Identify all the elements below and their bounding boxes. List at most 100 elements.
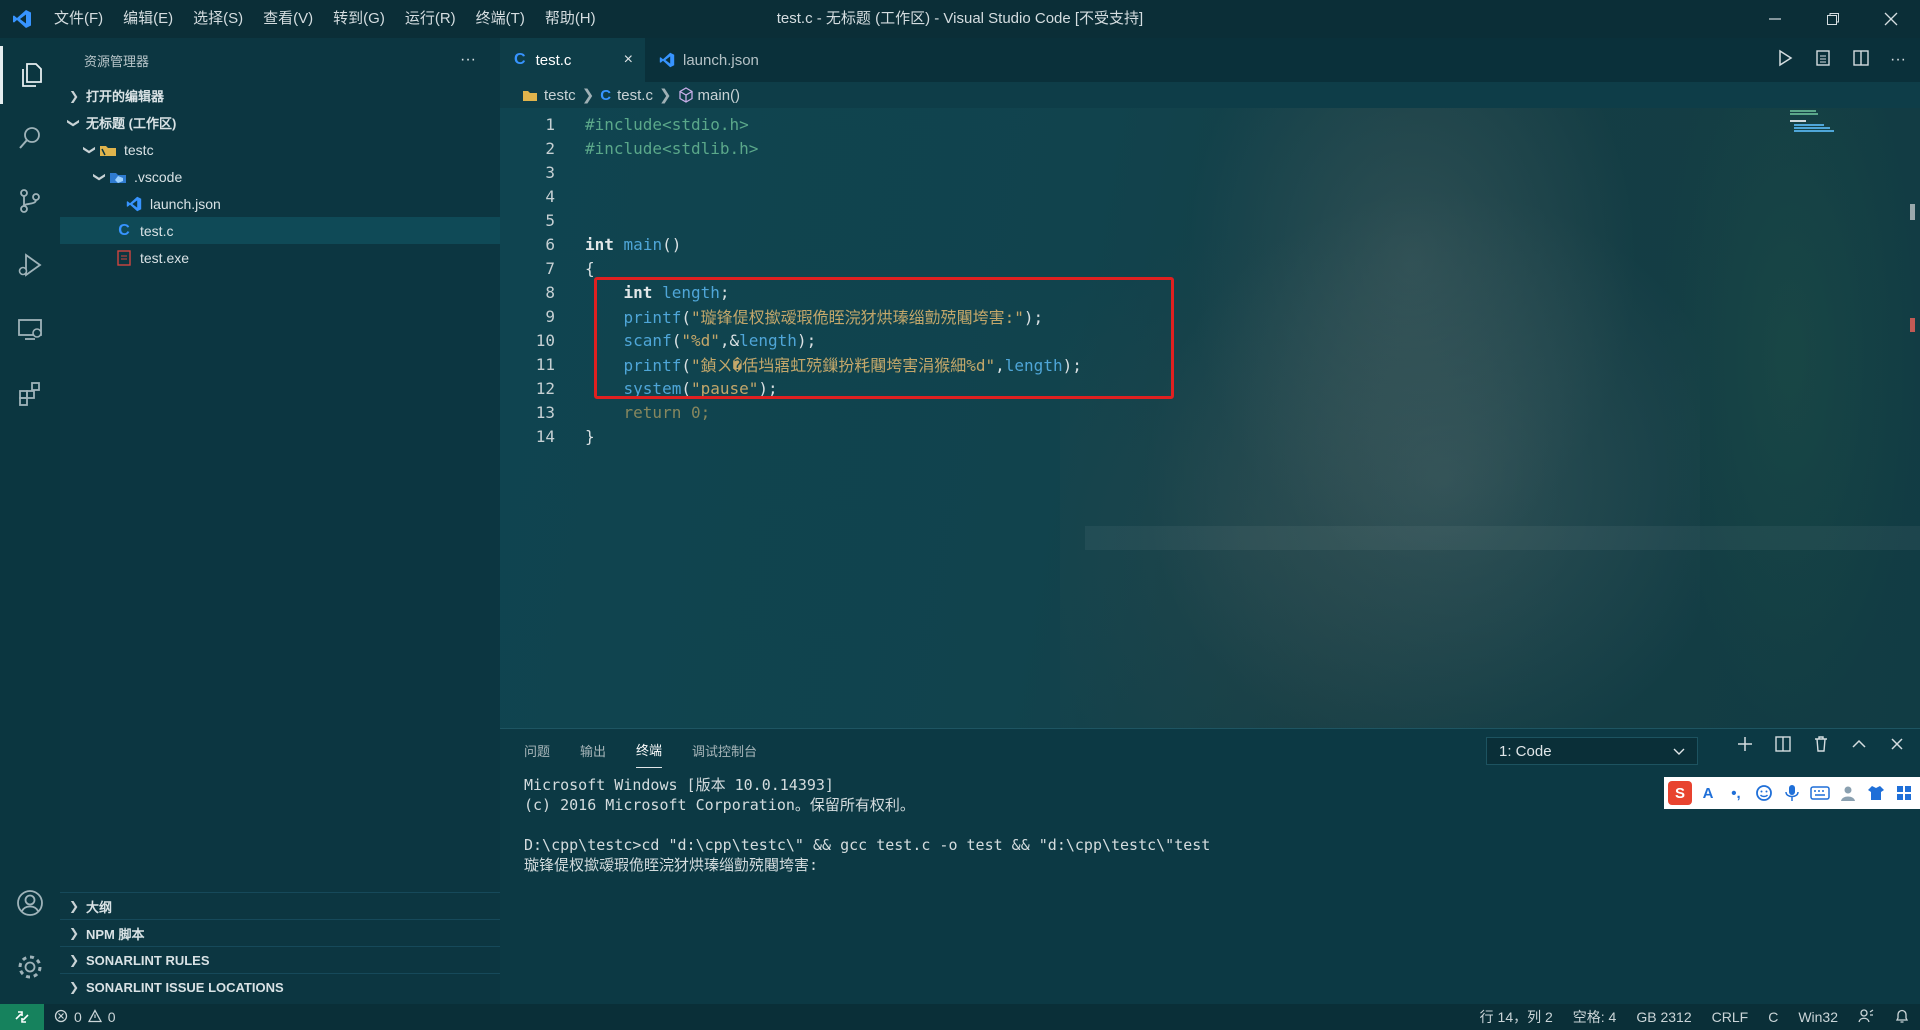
- close-window-button[interactable]: [1862, 0, 1920, 38]
- tab-launch-json[interactable]: launch.json: [645, 38, 773, 82]
- ime-user-icon[interactable]: [1836, 781, 1860, 805]
- tree-file-launch-json[interactable]: launch.json: [60, 190, 500, 217]
- ime-keyboard-icon[interactable]: [1808, 781, 1832, 805]
- tree-folder-vscode[interactable]: ❯ .vscode: [60, 163, 500, 190]
- source-control-icon: [20, 189, 40, 213]
- tree-folder-testc[interactable]: ❯ testc: [60, 136, 500, 163]
- tree-item-label: testc: [124, 141, 154, 158]
- minimap[interactable]: [1786, 108, 1906, 168]
- open-preview-button[interactable]: [1814, 49, 1832, 71]
- folder-icon: [522, 88, 538, 102]
- terminal-select[interactable]: 1: Code: [1486, 737, 1698, 765]
- accounts-activity[interactable]: [0, 874, 60, 932]
- close-icon: [1884, 12, 1898, 26]
- ime-mode-icon[interactable]: A: [1696, 781, 1720, 805]
- run-button[interactable]: [1776, 49, 1794, 71]
- kill-terminal-button[interactable]: [1812, 735, 1830, 757]
- run-debug-activity[interactable]: [0, 236, 60, 294]
- manage-activity[interactable]: [0, 938, 60, 996]
- ime-emoji-icon[interactable]: [1752, 781, 1776, 805]
- menu-go[interactable]: 转到(G): [323, 0, 395, 38]
- chevron-right-icon: ❯: [68, 953, 80, 967]
- breadcrumb-symbol[interactable]: main(): [698, 87, 741, 104]
- search-activity[interactable]: [0, 109, 60, 167]
- close-panel-button[interactable]: [1888, 735, 1906, 757]
- explorer-activity[interactable]: [0, 46, 60, 104]
- more-actions-button[interactable]: ···: [460, 51, 476, 69]
- remote-icon: [15, 1011, 29, 1023]
- background-foliage: [1660, 108, 1920, 728]
- ime-microphone-icon[interactable]: [1780, 781, 1804, 805]
- source-control-activity[interactable]: [0, 172, 60, 230]
- menu-help[interactable]: 帮助(H): [535, 0, 606, 38]
- cursor-position[interactable]: 行 14，列 2: [1480, 1007, 1553, 1027]
- ime-toolbox-icon[interactable]: [1892, 781, 1916, 805]
- remote-explorer-icon: [18, 319, 42, 340]
- tab-test-c[interactable]: C test.c ×: [500, 38, 645, 82]
- ime-logo-icon[interactable]: S: [1668, 781, 1692, 805]
- tab-problems[interactable]: 问题: [524, 741, 550, 760]
- c-file-icon: C: [600, 86, 612, 104]
- c-file-icon: C: [514, 51, 526, 68]
- vscode-folder-icon: [108, 168, 128, 186]
- restore-button[interactable]: [1804, 0, 1862, 38]
- breadcrumb-folder[interactable]: testc: [544, 87, 576, 104]
- platform-config[interactable]: Win32: [1798, 1009, 1838, 1025]
- menu-selection[interactable]: 选择(S): [183, 0, 253, 38]
- explorer-sidebar: 资源管理器 ··· ❯ 打开的编辑器 ❯ 无标题 (工作区) ❯ testc ❯…: [60, 38, 500, 1004]
- file-encoding[interactable]: GB 2312: [1636, 1009, 1691, 1025]
- remote-explorer-activity[interactable]: [0, 300, 60, 358]
- sidebar-header: 资源管理器 ···: [60, 38, 500, 82]
- section-label: SONARLINT ISSUE LOCATIONS: [86, 979, 284, 995]
- vertical-scrollbar[interactable]: [1906, 108, 1920, 728]
- feedback-button[interactable]: [1858, 1008, 1874, 1027]
- language-mode[interactable]: C: [1768, 1009, 1778, 1025]
- code-line: 7{: [545, 258, 595, 278]
- notifications-button[interactable]: [1894, 1008, 1910, 1027]
- menu-bar: 文件(F) 编辑(E) 选择(S) 查看(V) 转到(G) 运行(R) 终端(T…: [44, 0, 606, 38]
- chevron-up-icon: [1852, 739, 1866, 748]
- tree-file-test-c[interactable]: C test.c: [60, 217, 500, 244]
- chevron-down-icon: ❯: [93, 171, 107, 182]
- code-editor[interactable]: 1 #include<stdio.h> 2 #include<stdlib.h> 3…: [500, 108, 1920, 728]
- code-line: 8 int length;: [545, 282, 730, 302]
- workspace-section[interactable]: ❯ 无标题 (工作区): [60, 109, 500, 136]
- maximize-panel-button[interactable]: [1850, 735, 1868, 757]
- code-line: 13 return 0;: [535, 402, 711, 422]
- more-actions-button[interactable]: ···: [1890, 51, 1906, 69]
- indentation[interactable]: 空格: 4: [1573, 1007, 1617, 1027]
- close-tab-button[interactable]: ×: [624, 51, 633, 69]
- code-line: 1 #include<stdio.h>: [545, 114, 749, 134]
- c-file-icon: C: [118, 221, 130, 239]
- terminal-output[interactable]: Microsoft Windows [版本 10.0.14393] (c) 201…: [524, 775, 1210, 875]
- problems-status[interactable]: 0 0: [44, 1008, 116, 1026]
- tree-file-test-exe[interactable]: test.exe: [60, 244, 500, 271]
- menu-terminal[interactable]: 终端(T): [466, 0, 535, 38]
- outline-section[interactable]: ❯ 大纲: [60, 892, 500, 919]
- minimize-button[interactable]: [1746, 0, 1804, 38]
- code-line: 9 printf("璇锋偍杈撳叆瑕佹眰浣犲烘瑧缁勯殑闀垮害:");: [545, 306, 1044, 328]
- sonarlint-issues-section[interactable]: ❯ SONARLINT ISSUE LOCATIONS: [60, 973, 500, 1000]
- menu-file[interactable]: 文件(F): [44, 0, 113, 38]
- menu-edit[interactable]: 编辑(E): [113, 0, 183, 38]
- ime-skin-icon[interactable]: [1864, 781, 1888, 805]
- extensions-activity[interactable]: [0, 364, 60, 422]
- chevron-right-icon: ❯: [68, 980, 80, 994]
- tab-output[interactable]: 输出: [580, 741, 606, 760]
- tab-terminal[interactable]: 终端: [636, 740, 663, 768]
- breadcrumb-file[interactable]: test.c: [617, 87, 653, 104]
- new-terminal-button[interactable]: [1736, 735, 1754, 757]
- menu-view[interactable]: 查看(V): [253, 0, 323, 38]
- close-icon: [1891, 738, 1903, 750]
- vscode-file-icon: [124, 195, 144, 213]
- remote-indicator[interactable]: [0, 1004, 44, 1030]
- end-of-line[interactable]: CRLF: [1712, 1009, 1749, 1025]
- menu-run[interactable]: 运行(R): [395, 0, 466, 38]
- open-editors-section[interactable]: ❯ 打开的编辑器: [60, 82, 500, 109]
- split-editor-button[interactable]: [1852, 49, 1870, 71]
- npm-scripts-section[interactable]: ❯ NPM 脚本: [60, 919, 500, 946]
- sonarlint-rules-section[interactable]: ❯ SONARLINT RULES: [60, 946, 500, 973]
- ime-punctuation-icon[interactable]: •,: [1724, 781, 1748, 805]
- split-terminal-button[interactable]: [1774, 735, 1792, 757]
- tab-debug-console[interactable]: 调试控制台: [692, 741, 757, 760]
